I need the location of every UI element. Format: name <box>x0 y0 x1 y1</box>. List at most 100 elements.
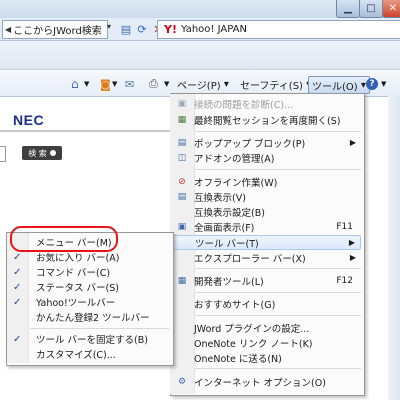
submenu-arrow-icon: ▶ <box>349 138 356 147</box>
internet-options-icon: ⚙ <box>177 376 187 387</box>
print-dropdown-icon[interactable]: ▼ <box>164 76 169 92</box>
tools-menu-button[interactable]: ツール(O) ▾ <box>308 76 370 94</box>
fullscreen-icon: ▣ <box>177 221 187 232</box>
page-menu-button[interactable]: ページ(P) ▾ <box>177 76 229 92</box>
back-arrow-icon: ◀ <box>5 25 12 34</box>
menu-item-developer-tools[interactable]: ▦ 開発者ツール(L) F12 <box>171 273 361 288</box>
site-search-input[interactable] <box>0 146 6 162</box>
submenu-arrow-icon: ▶ <box>348 238 355 247</box>
safety-menu-button[interactable]: セーフティ(S) ▾ <box>240 76 311 92</box>
menu-item-label: OneNote リンク ノート(K) <box>194 338 313 350</box>
menu-item-explorer-bars[interactable]: エクスプローラー バー(X) ▶ <box>171 250 361 265</box>
mail-icon[interactable]: ✉ <box>125 76 134 92</box>
nec-logo: NEC <box>13 112 45 128</box>
menu-item-compat-view[interactable]: ▤ 互換表示(V) <box>171 189 361 204</box>
menu-item-label: 最終閲覧セッションを再度開く(S) <box>194 115 341 127</box>
addons-icon: ◫ <box>177 152 187 163</box>
help-icon[interactable]: ? <box>366 78 378 90</box>
menu-item-label: 開発者ツール(L) <box>194 276 264 288</box>
menu-item-work-offline[interactable]: ⊘ オフライン作業(W) <box>171 174 361 189</box>
submenu-item-label: かんたん登録2 ツールバー <box>36 313 150 324</box>
print-icon[interactable]: ⎙ <box>149 76 158 92</box>
checkmark-icon: ✓ <box>13 333 22 345</box>
menu-item-compat-settings[interactable]: 互換表示設定(B) <box>171 204 361 219</box>
menu-item-label: 接続の問題を診断(C)... <box>194 99 294 111</box>
menu-item-internet-options[interactable]: ⚙ インターネット オプション(O) <box>171 374 361 389</box>
safety-menu-label: セーフティ(S) <box>240 80 303 92</box>
menu-item-label: おすすめサイト(G) <box>194 299 276 311</box>
menu-item-manage-addons[interactable]: ◫ アドオンの管理(A) <box>171 150 361 165</box>
help-dropdown-icon[interactable]: ▼ <box>381 76 386 92</box>
menu-item-onenote-linked-notes[interactable]: OneNote リンク ノート(K) <box>171 335 361 350</box>
scrollbar-track[interactable] <box>388 96 400 400</box>
menu-separator <box>195 368 361 369</box>
submenu-item-kantan-toolbar[interactable]: かんたん登録2 ツールバー <box>7 310 171 324</box>
site-search-label: 検 索 <box>28 148 47 158</box>
menu-item-label: オフライン作業(W) <box>194 177 278 189</box>
menu-item-label: アドオンの管理(A) <box>194 153 275 165</box>
checkmark-icon: ✓ <box>13 266 22 278</box>
submenu-item-favorites-bar[interactable]: ✓ お気に入り バー(A) <box>7 250 171 265</box>
jword-search-text: ここからJWord検索 <box>13 26 102 37</box>
menu-item-label: 全画面表示(F) <box>194 222 255 234</box>
jword-search-box[interactable]: ◀ ここからJWord検索 <box>2 20 108 39</box>
site-search-button[interactable]: 検 索 <box>22 146 62 160</box>
minimize-button[interactable]: ▁ <box>336 0 360 18</box>
checkmark-icon: ✓ <box>13 296 22 308</box>
home-dropdown-icon[interactable]: ▼ <box>84 76 89 92</box>
submenu-item-label: コマンド バー(C) <box>36 268 111 279</box>
submenu-item-lock-toolbars[interactable]: ✓ ツール バーを固定する(B) <box>7 332 171 347</box>
diagnose-icon: ▣ <box>177 98 187 109</box>
refresh-icon[interactable]: ⟳ <box>135 21 149 37</box>
menu-separator <box>195 131 361 132</box>
menu-item-label: OneNote に送る(N) <box>194 353 282 365</box>
menu-item-jword-settings[interactable]: JWord プラグインの設定... <box>171 320 361 335</box>
compat-view-icon: ▤ <box>177 191 187 202</box>
menu-item-toolbars[interactable]: ツール バー(T) ▶ <box>171 235 361 250</box>
menu-item-popup-blocker[interactable]: ▤ ポップアップ ブロック(P) ▶ <box>171 135 361 150</box>
feeds-icon[interactable]: ◙ <box>100 76 111 92</box>
yahoo-search-box[interactable]: Y! Yahoo! JAPAN <box>157 20 400 39</box>
menu-separator <box>195 169 361 170</box>
tools-menu-label: ツール(O) <box>312 81 358 93</box>
reopen-session-icon: ▦ <box>177 114 187 125</box>
submenu-item-label: Yahoo!ツールバー <box>36 298 116 309</box>
yahoo-search-label: Yahoo! JAPAN <box>180 24 247 35</box>
menu-item-label: 互換表示設定(B) <box>194 207 265 219</box>
popup-blocker-icon: ▤ <box>177 137 187 148</box>
submenu-item-command-bar[interactable]: ✓ コマンド バー(C) <box>7 265 171 280</box>
menu-item-shortcut: F12 <box>336 275 353 286</box>
menu-item-fullscreen[interactable]: ▣ 全画面表示(F) F11 <box>171 219 361 234</box>
home-icon[interactable]: ⌂ <box>71 76 79 92</box>
yahoo-logo-icon: Y! <box>164 23 177 36</box>
menu-item-label: ポップアップ ブロック(P) <box>194 138 306 150</box>
menu-item-label: JWord プラグインの設定... <box>194 323 310 335</box>
checkmark-icon: ✓ <box>13 281 22 293</box>
compat-view-icon[interactable]: ▤ <box>119 21 133 37</box>
menu-item-label: エクスプローラー バー(X) <box>194 253 306 265</box>
close-window-button[interactable]: ✕ <box>382 0 400 18</box>
submenu-item-label: ステータス バー(S) <box>36 283 119 294</box>
feeds-dropdown-icon[interactable]: ▼ <box>112 76 117 92</box>
header-divider <box>0 130 170 132</box>
menu-separator <box>195 315 361 316</box>
menu-item-diagnose[interactable]: ▣ 接続の問題を診断(C)... <box>171 96 361 111</box>
submenu-item-label: ツール バーを固定する(B) <box>36 335 148 346</box>
maximize-button[interactable]: □ <box>359 0 383 18</box>
submenu-item-customize[interactable]: カスタマイズ(C)... <box>7 347 171 361</box>
menu-separator <box>195 292 361 293</box>
menu-item-reopen-session[interactable]: ▦ 最終閲覧セッションを再度開く(S) <box>171 112 361 127</box>
page-menu-label: ページ(P) <box>177 80 221 92</box>
menu-item-suggested-sites[interactable]: おすすめサイト(G) <box>171 296 361 311</box>
submenu-item-label: お気に入り バー(A) <box>36 253 120 264</box>
submenu-item-label: カスタマイズ(C)... <box>36 350 116 361</box>
search-dropdown-icon[interactable]: ▾ <box>107 22 116 36</box>
menu-item-label: 互換表示(V) <box>194 192 246 204</box>
submenu-item-yahoo-toolbar[interactable]: ✓ Yahoo!ツールバー <box>7 295 171 310</box>
menu-item-send-to-onenote[interactable]: OneNote に送る(N) <box>171 350 361 365</box>
devtools-icon: ▦ <box>177 275 187 286</box>
search-button-bullet-icon <box>49 150 56 156</box>
submenu-arrow-icon: ▶ <box>349 253 356 262</box>
menu-separator <box>195 268 361 269</box>
submenu-item-status-bar[interactable]: ✓ ステータス バー(S) <box>7 280 171 295</box>
